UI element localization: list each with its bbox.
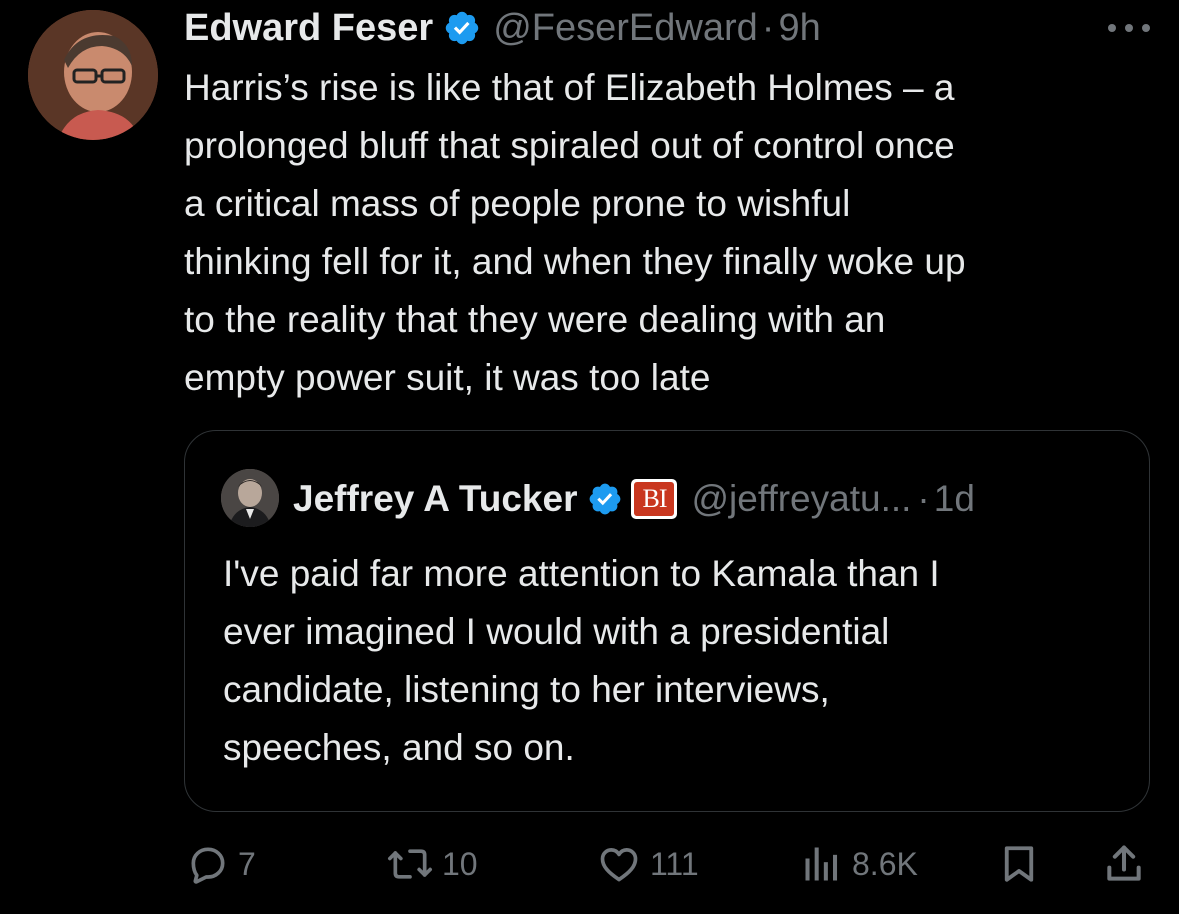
views-icon	[805, 847, 838, 881]
author-avatar[interactable]	[28, 10, 158, 140]
quoted-author-handle[interactable]: @jeffreyatu...	[691, 478, 911, 520]
more-icon[interactable]	[1099, 8, 1159, 48]
quoted-author-avatar[interactable]	[221, 469, 279, 527]
quoted-verified-badge-icon[interactable]	[587, 481, 623, 517]
quoted-tweet-time[interactable]: 1d	[934, 478, 975, 520]
views-button[interactable]: 8.6K	[800, 836, 918, 892]
quoted-separator-dot: ·	[917, 478, 930, 519]
reply-button[interactable]: 7	[186, 836, 256, 892]
tweet-actions-bar: 7 10 111 8.6K	[186, 836, 1150, 892]
quoted-tweet[interactable]: Jeffrey A Tucker BI @jeffreyatu... · 1d …	[184, 430, 1150, 812]
verified-badge-icon[interactable]	[443, 9, 481, 47]
bookmark-icon	[1004, 846, 1034, 882]
tweet-text: Harris’s rise is like that of Elizabeth …	[184, 67, 966, 398]
views-count: 8.6K	[852, 845, 918, 882]
heart-icon	[600, 848, 638, 882]
share-button[interactable]	[1102, 836, 1146, 892]
like-button[interactable]: 111	[596, 836, 699, 892]
quoted-avatar-image	[221, 469, 279, 527]
like-count: 111	[650, 845, 699, 882]
repost-button[interactable]: 10	[386, 836, 478, 892]
author-name[interactable]: Edward Feser	[184, 7, 433, 50]
bookmark-button[interactable]	[998, 836, 1040, 892]
repost-count: 10	[442, 845, 478, 882]
reply-icon	[191, 847, 225, 884]
tweet-header: Edward Feser @FeserEdward · 9h	[184, 2, 821, 54]
repost-icon	[388, 849, 432, 879]
share-icon	[1107, 845, 1141, 881]
quoted-tweet-text: I've paid far more attention to Kamala t…	[223, 553, 940, 768]
reply-count: 7	[238, 845, 256, 882]
author-avatar-image	[28, 10, 158, 140]
tweet-time[interactable]: 9h	[778, 7, 820, 50]
author-handle[interactable]: @FeserEdward	[493, 7, 758, 50]
separator-dot: ·	[761, 6, 775, 49]
quoted-tweet-header: Jeffrey A Tucker BI @jeffreyatu... · 1d	[293, 471, 975, 527]
affiliation-badge-label: BI	[634, 482, 675, 516]
quoted-author-name[interactable]: Jeffrey A Tucker	[293, 478, 577, 520]
affiliation-badge[interactable]: BI	[631, 479, 678, 519]
